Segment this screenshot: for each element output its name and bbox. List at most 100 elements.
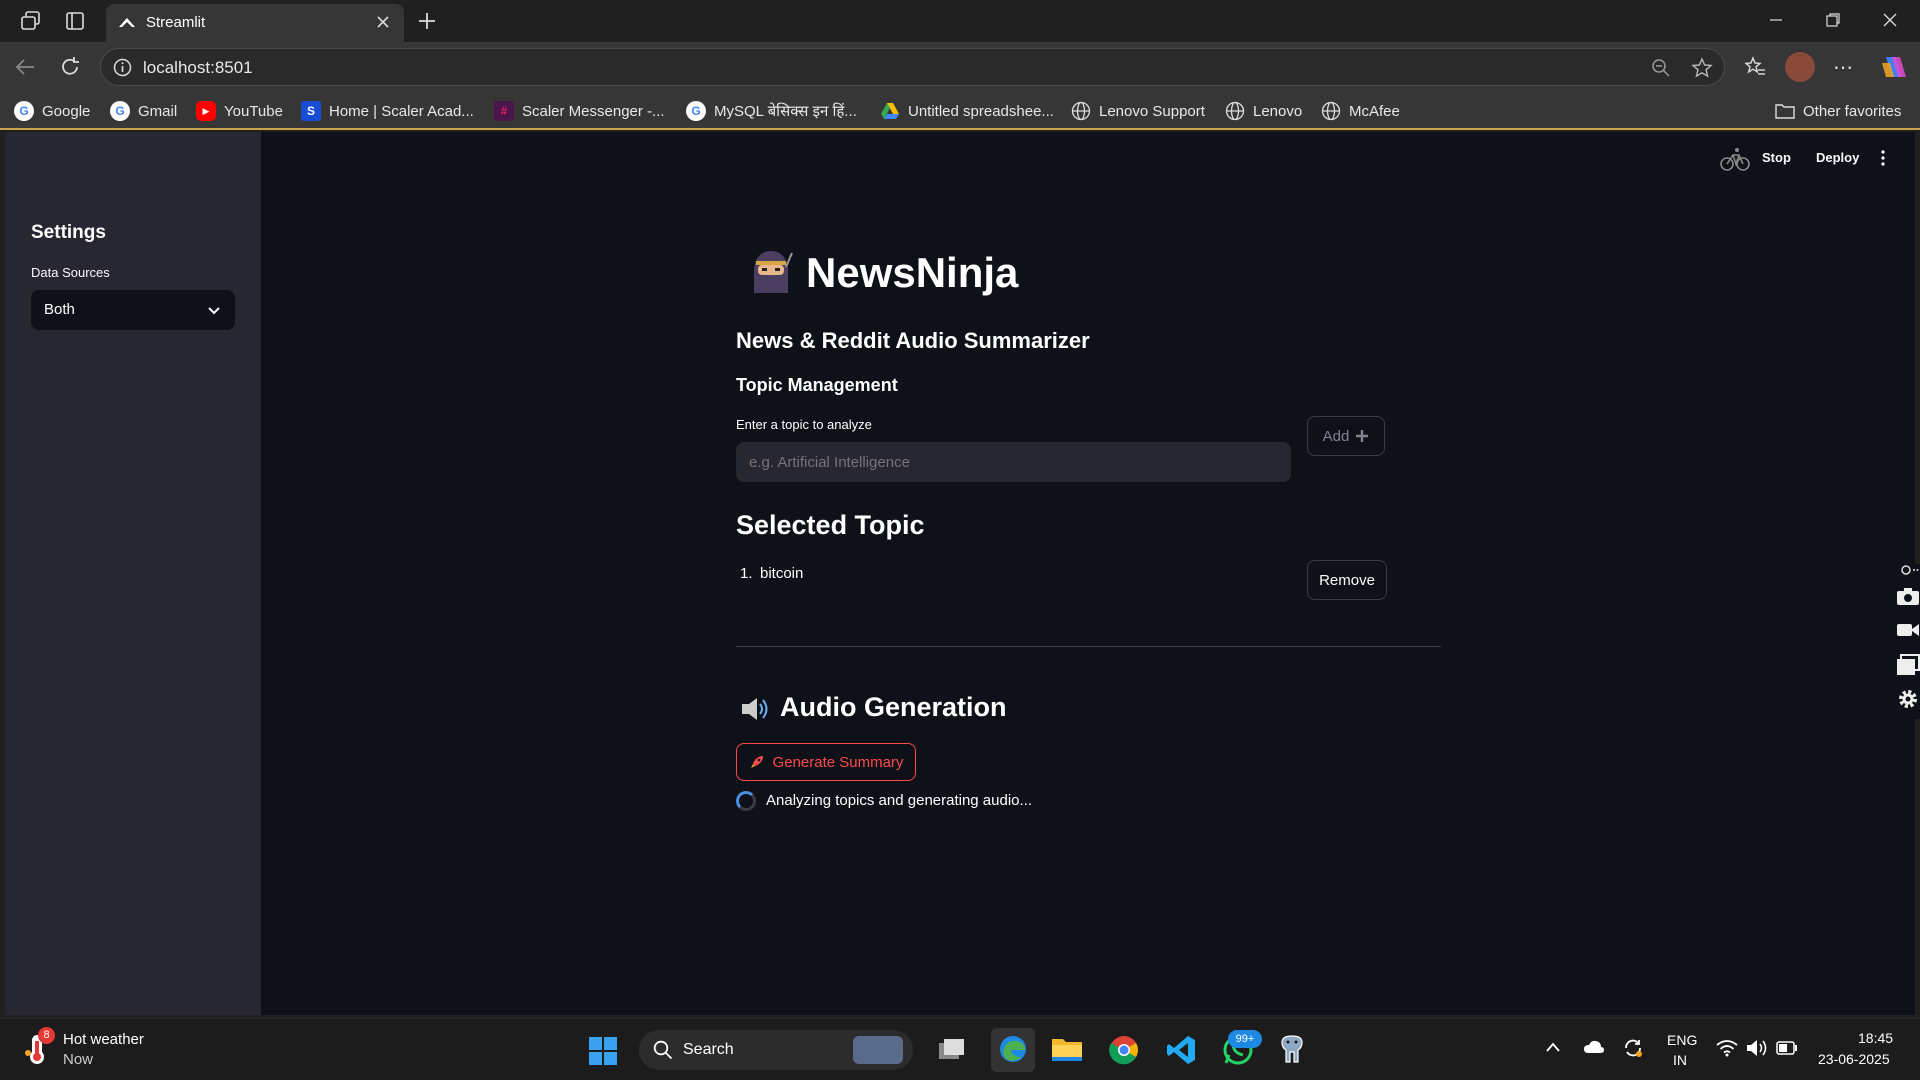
topic-item: bitcoin — [760, 565, 804, 582]
bookmark-mcafee[interactable]: McAfee — [1321, 100, 1400, 122]
bookmark-youtube[interactable]: ▶ YouTube — [196, 100, 283, 122]
chevron-up-icon[interactable] — [1545, 1041, 1561, 1053]
onedrive-icon[interactable] — [1583, 1039, 1605, 1055]
bookmark-label: McAfee — [1349, 102, 1400, 120]
bookmarks-bar: G Google G Gmail ▶ YouTube S Home | Scal… — [0, 92, 1920, 130]
bookmark-label: Lenovo Support — [1099, 102, 1205, 120]
more-menu-icon[interactable]: ⋯ — [1833, 55, 1853, 80]
chrome-icon[interactable] — [1108, 1034, 1140, 1066]
workspaces-icon[interactable] — [20, 11, 42, 31]
minimize-icon[interactable] — [1768, 12, 1784, 28]
weather-sub: Now — [63, 1051, 94, 1068]
sync-icon[interactable] — [1622, 1037, 1644, 1059]
bookmark-label: Untitled spreadshee... — [908, 102, 1054, 120]
new-tab-icon[interactable] — [417, 11, 437, 31]
browser-toolbar: localhost:8501 ⋯ — [0, 42, 1920, 92]
bookmark-google[interactable]: G Google — [14, 100, 90, 122]
bookmark-gmail[interactable]: G Gmail — [110, 100, 177, 122]
topic-input-label: Enter a topic to analyze — [736, 417, 872, 432]
zoom-icon[interactable] — [1651, 58, 1671, 78]
globe-icon — [1071, 101, 1091, 121]
language-top[interactable]: ENG — [1667, 1032, 1697, 1048]
restore-icon[interactable] — [1825, 12, 1841, 28]
vertical-tabs-icon[interactable] — [65, 11, 85, 31]
scaler-icon: S — [301, 101, 321, 121]
bookmark-mysql[interactable]: G MySQL बेसिक्स इन हिं... — [686, 100, 857, 122]
task-view-icon[interactable] — [936, 1034, 968, 1066]
address-bar[interactable]: localhost:8501 — [100, 48, 1725, 86]
wifi-icon[interactable] — [1716, 1039, 1738, 1057]
main-menu-icon[interactable] — [1880, 150, 1886, 166]
postgresql-icon[interactable] — [1276, 1034, 1308, 1066]
bookmark-label: YouTube — [224, 102, 283, 120]
favorites-icon[interactable] — [1744, 56, 1766, 78]
vscode-icon[interactable] — [1165, 1034, 1197, 1066]
weather-title[interactable]: Hot weather — [63, 1031, 144, 1048]
generate-button-label: Generate Summary — [772, 753, 904, 771]
copilot-icon[interactable] — [1880, 53, 1908, 81]
edge-icon[interactable] — [991, 1028, 1035, 1072]
clock-time[interactable]: 18:45 — [1858, 1030, 1893, 1046]
language-bottom: IN — [1673, 1052, 1687, 1068]
add-topic-button[interactable]: Add — [1307, 416, 1385, 456]
bookmark-label: Gmail — [138, 102, 178, 120]
other-favorites[interactable]: Other favorites — [1775, 100, 1901, 122]
bookmark-label: Scaler Messenger -... — [522, 102, 665, 120]
taskbar-search[interactable]: Search — [639, 1030, 913, 1070]
battery-icon[interactable] — [1776, 1041, 1798, 1055]
back-icon[interactable] — [14, 57, 36, 77]
windows-start-icon[interactable] — [588, 1036, 618, 1066]
search-highlight-image — [853, 1036, 903, 1064]
browser-title-bar: Streamlit — [0, 0, 1920, 42]
add-button-label: Add — [1322, 427, 1350, 445]
google-icon: G — [110, 101, 130, 121]
bookmark-scaler-messenger[interactable]: # Scaler Messenger -... — [494, 100, 665, 122]
site-info-icon[interactable] — [113, 58, 132, 77]
camera-icon[interactable] — [1896, 586, 1920, 606]
tab-close-icon[interactable] — [376, 15, 390, 29]
clock-date: 23-06-2025 — [1818, 1051, 1890, 1067]
remove-topic-button[interactable]: Remove — [1307, 560, 1387, 600]
audio-generation-heading: Audio Generation — [780, 692, 1007, 722]
bookmark-label: Google — [42, 102, 91, 120]
window-close-icon[interactable] — [1882, 12, 1898, 28]
data-sources-select[interactable]: Both — [31, 290, 235, 330]
globe-icon — [1321, 101, 1341, 121]
streamlit-favicon-icon — [118, 15, 136, 31]
bookmark-lenovo-support[interactable]: Lenovo Support — [1071, 100, 1205, 122]
bookmark-label: Lenovo — [1253, 102, 1303, 120]
stop-button[interactable]: Stop — [1762, 150, 1791, 165]
topic-input[interactable] — [736, 442, 1291, 482]
other-favorites-label: Other favorites — [1803, 102, 1902, 120]
volume-icon[interactable] — [1746, 1039, 1768, 1057]
refresh-icon[interactable] — [59, 56, 81, 78]
video-camera-icon[interactable] — [1896, 621, 1920, 639]
bookmark-lenovo[interactable]: Lenovo — [1225, 100, 1302, 122]
search-label: Search — [683, 1041, 734, 1058]
browser-tab[interactable]: Streamlit — [106, 4, 404, 42]
windows-taskbar: 8 Hot weather Now Search 99+ ENG IN 18:4… — [0, 1018, 1920, 1080]
status-text: Analyzing topics and generating audio... — [766, 792, 1033, 809]
file-explorer-icon[interactable] — [1050, 1034, 1082, 1066]
bookmark-scaler[interactable]: S Home | Scaler Acad... — [301, 100, 474, 122]
bookmark-spreadsheet[interactable]: Untitled spreadshee... — [880, 100, 1054, 122]
weather-badge: 8 — [38, 1027, 55, 1044]
google-icon: G — [686, 101, 706, 121]
deploy-button[interactable]: Deploy — [1816, 150, 1859, 165]
divider — [736, 646, 1441, 647]
folder-icon — [1775, 101, 1795, 121]
google-icon: G — [14, 101, 34, 121]
whatsapp-badge: 99+ — [1228, 1030, 1262, 1048]
streamlit-app: Settings Data Sources Both Stop Deploy N… — [5, 132, 1920, 1015]
globe-icon — [1225, 101, 1245, 121]
generate-summary-button[interactable]: Generate Summary — [736, 743, 916, 781]
drive-icon — [880, 101, 900, 121]
favorite-star-icon[interactable] — [1691, 57, 1713, 79]
settings-gear-icon[interactable] — [1896, 687, 1920, 711]
data-sources-label: Data Sources — [31, 265, 110, 280]
capture-settings-small-icon[interactable] — [1901, 564, 1919, 576]
window-capture-icon[interactable] — [1896, 654, 1920, 676]
topic-management-heading: Topic Management — [736, 375, 898, 395]
sidebar: Settings Data Sources Both — [5, 132, 261, 1015]
profile-avatar[interactable] — [1785, 52, 1815, 82]
